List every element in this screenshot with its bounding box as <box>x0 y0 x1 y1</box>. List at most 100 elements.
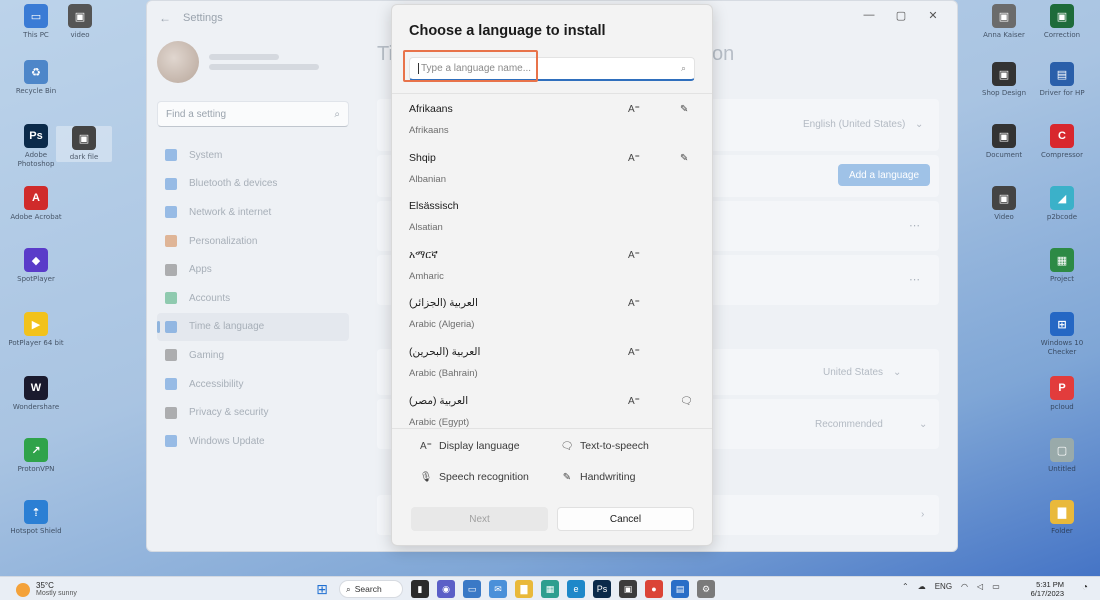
desktop-icon-compressor[interactable]: C Compressor <box>1034 124 1090 160</box>
anna-kaiser-icon: ▣ <box>992 4 1016 28</box>
settings-gear-icon[interactable]: ⚙ <box>697 580 715 598</box>
folder-icon[interactable]: ▇ <box>515 580 533 598</box>
desktop-icon-protonvpn[interactable]: ↗ ProtonVPN <box>8 438 64 474</box>
wifi-icon[interactable]: ◠ <box>961 582 968 591</box>
compressor-icon: C <box>1050 124 1074 148</box>
system-tray: ⌃ ☁ ENG ◠ ◁ ▭ <box>902 582 1000 591</box>
find-setting-input[interactable]: Find a setting ⌕ <box>157 101 349 127</box>
mail-icon[interactable]: ✉ <box>489 580 507 598</box>
input-language[interactable]: ENG <box>935 582 952 591</box>
region-value[interactable]: United States <box>823 367 883 378</box>
desktop-icon-spotplayer[interactable]: ◆ SpotPlayer <box>8 248 64 284</box>
language-list-item[interactable]: العربية (مصر) Arabic (Egypt) A⁼ 🗨 <box>392 386 712 428</box>
sidebar-item-network-internet[interactable]: Network & internet <box>157 198 349 227</box>
taskbar-search-label: Search <box>354 584 382 594</box>
desktop-icon-recycle-bin[interactable]: ♻ Recycle Bin <box>8 60 64 96</box>
back-arrow-icon[interactable]: ← <box>159 11 171 25</box>
desktop-icon-video[interactable]: ▣ Video <box>976 186 1032 222</box>
chevron-up-icon[interactable]: ⌃ <box>902 582 909 591</box>
language-list-item[interactable]: Shqip Albanian A⁼ ✎ <box>392 143 712 192</box>
desktop-icon-shop-design[interactable]: ▣ Shop Design <box>976 62 1032 98</box>
language-search-input[interactable] <box>418 63 658 74</box>
video-icon: ▣ <box>992 186 1016 210</box>
desktop-icon-adobe-acrobat[interactable]: A Adobe Acrobat <box>8 186 64 222</box>
desktop-icon-correction[interactable]: ▣ Correction <box>1034 4 1090 40</box>
sidebar-item-windows-update[interactable]: Windows Update <box>157 427 349 456</box>
windows-start-icon[interactable]: ⊞ <box>313 580 331 598</box>
app-icon[interactable]: ▤ <box>671 580 689 598</box>
display-language-icon: A⁼ <box>628 298 640 310</box>
edge-browser-icon[interactable]: e <box>567 580 585 598</box>
volume-icon[interactable]: ◁ <box>977 582 983 591</box>
desktop-icon-document[interactable]: ▣ Document <box>976 124 1032 160</box>
language-list-item[interactable]: Afrikaans Afrikaans A⁼ ✎ <box>392 94 712 143</box>
display-language-icon: A⁼ <box>628 395 640 407</box>
desktop-icon-anna-kaiser[interactable]: ▣ Anna Kaiser <box>976 4 1032 40</box>
desktop-icon-folder[interactable]: ▇ Folder <box>1034 500 1090 536</box>
sidebar-item-personalization[interactable]: Personalization <box>157 227 349 256</box>
desktop-icon-wondershare[interactable]: W Wondershare <box>8 376 64 412</box>
language-list-item[interactable]: Elsässisch Alsatian <box>392 191 712 240</box>
language-list[interactable]: Afrikaans Afrikaans A⁼ ✎ Shqip Albanian A⁼ ✎ Els… <box>392 93 712 429</box>
this-pc-icon: ▭ <box>24 4 48 28</box>
photoshop-icon[interactable]: Ps <box>593 580 611 598</box>
language-list-item[interactable]: العربية (الجزائر) Arabic (Algeria) A⁼ <box>392 288 712 337</box>
adobe-acrobat-icon: A <box>24 186 48 210</box>
project-icon: ▦ <box>1050 248 1074 272</box>
taskbar-search[interactable]: ⌕ Search <box>339 580 403 598</box>
sidebar-item-gaming[interactable]: Gaming <box>157 341 349 370</box>
minimize-icon[interactable]: — <box>853 5 885 25</box>
sidebar-item-apps[interactable]: Apps <box>157 255 349 284</box>
desktop-icon-hotspot-shield[interactable]: ⇡ Hotspot Shield <box>8 500 64 536</box>
task-view-icon[interactable]: ▮ <box>411 580 429 598</box>
add-language-button[interactable]: Add a language <box>838 164 930 186</box>
desktop-icon-untitled[interactable]: ▢ Untitled <box>1034 438 1090 474</box>
search-icon: ⌕ <box>346 583 351 594</box>
regional-format-value[interactable]: Recommended <box>815 419 883 430</box>
more-options-icon[interactable]: ⋯ <box>909 219 920 232</box>
sidebar-item-system[interactable]: System <box>157 141 349 170</box>
battery-icon[interactable]: ▭ <box>992 582 1000 591</box>
chrome-icon[interactable]: ● <box>645 580 663 598</box>
next-button[interactable]: Next <box>411 507 548 531</box>
terminal-icon[interactable]: ▣ <box>619 580 637 598</box>
more-options-icon[interactable]: ⋯ <box>909 273 920 286</box>
desktop-icon-project[interactable]: ▦ Project <box>1034 248 1090 284</box>
cloud-icon[interactable]: ☁ <box>918 582 926 591</box>
clock[interactable]: 5:31 PM 6/17/2023 <box>1031 580 1064 598</box>
file-explorer-icon[interactable]: ▭ <box>463 580 481 598</box>
dark-file-icon: ▣ <box>72 126 96 150</box>
sidebar-item-accounts[interactable]: Accounts <box>157 284 349 313</box>
desktop-icon-label: Recycle Bin <box>15 87 57 95</box>
maximize-icon[interactable]: ▢ <box>885 5 917 25</box>
language-native-name: Shqip <box>409 151 436 164</box>
chat-icon[interactable]: ◉ <box>437 580 455 598</box>
desktop-icon-video[interactable]: ▣ video <box>52 4 108 40</box>
desktop-icon-potplayer-64-bit[interactable]: ▶ PotPlayer 64 bit <box>8 312 64 348</box>
language-list-item[interactable]: العربية (البحرين) Arabic (Bahrain) A⁼ <box>392 337 712 386</box>
desktop-icon-dark-file[interactable]: ▣ dark file <box>56 126 112 162</box>
display-language-icon: A⁼ <box>628 346 640 358</box>
language-search-field[interactable]: ⌕ <box>409 57 695 81</box>
desktop-icon-pcloud[interactable]: Ppcloud <box>1034 376 1090 412</box>
desktop-icon-p2bcode[interactable]: ◢ p2bcode <box>1034 186 1090 222</box>
sidebar-item-bluetooth-devices[interactable]: Bluetooth & devices <box>157 170 349 199</box>
desktop-icon-windows-10-checker[interactable]: ⊞ Windows 10 Checker <box>1034 312 1090 357</box>
microphone-icon: 🎙 <box>419 471 433 483</box>
language-native-name: العربية (البحرين) <box>409 345 481 358</box>
calculator-icon[interactable]: ▦ <box>541 580 559 598</box>
user-profile[interactable] <box>157 41 319 83</box>
sidebar-item-accessibility[interactable]: Accessibility <box>157 370 349 399</box>
chevron-right-icon[interactable]: › <box>921 509 924 520</box>
cancel-button[interactable]: Cancel <box>557 507 694 531</box>
sidebar-item-time-language[interactable]: Time & language <box>157 312 349 342</box>
display-language-value[interactable]: English (United States) <box>803 119 905 130</box>
weather-widget[interactable]: 35°C Mostly sunny <box>16 581 77 598</box>
language-list-item[interactable]: አማርኛ Amharic A⁼ <box>392 240 712 289</box>
sidebar-item-privacy-security[interactable]: Privacy & security <box>157 398 349 427</box>
close-icon[interactable]: ✕ <box>917 5 949 25</box>
desktop-icon-driver-for-hp[interactable]: ▤ Driver for HP <box>1034 62 1090 98</box>
sidebar-item-label: Apps <box>189 264 212 276</box>
avatar <box>157 41 199 83</box>
notification-icon[interactable]: ◔ <box>1082 582 1088 593</box>
